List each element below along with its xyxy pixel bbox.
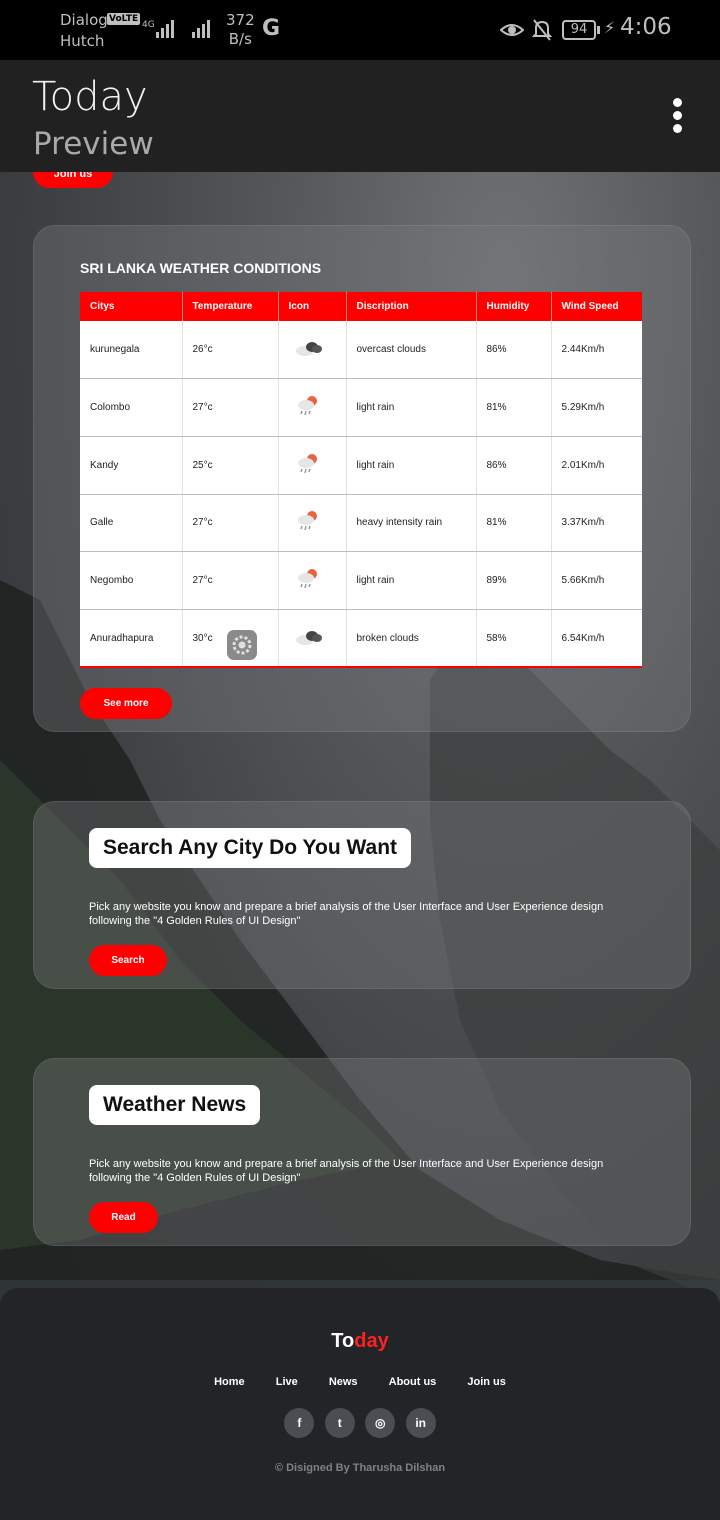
- battery-tip: [597, 26, 600, 34]
- wind-speed-cell: 2.01Km/h: [551, 436, 642, 495]
- facebook-icon[interactable]: f: [284, 1408, 315, 1438]
- g-network-icon: G: [262, 16, 281, 41]
- volte-badge: VoLTE: [107, 13, 141, 25]
- twitter-icon[interactable]: t: [324, 1408, 355, 1438]
- search-description: Pick any website you know and prepare a …: [89, 901, 604, 927]
- social-links: f t ◎ in: [0, 1408, 720, 1438]
- carrier-label: Dialog Hutch: [60, 11, 108, 50]
- instagram-icon[interactable]: ◎: [365, 1408, 396, 1438]
- description-cell: broken clouds: [346, 609, 477, 668]
- city-cell: Kandy: [80, 436, 183, 495]
- footer-link-live[interactable]: Live: [276, 1376, 298, 1388]
- see-more-button[interactable]: See more: [80, 688, 172, 719]
- weather-title: SRI LANKA WEATHER CONDITIONS: [80, 260, 322, 276]
- footer-link-join[interactable]: Join us: [467, 1376, 506, 1388]
- wind-speed-cell: 6.54Km/h: [551, 609, 642, 668]
- news-heading: Weather News: [89, 1085, 261, 1125]
- signal-icon-2: [192, 20, 210, 38]
- column-header: Temperature: [182, 292, 279, 321]
- table-row: Anuradhapura 30°c broken clouds 58% 6.54Km/h: [80, 609, 642, 668]
- description-cell: heavy intensity rain: [346, 494, 477, 553]
- column-header: Discription: [346, 292, 477, 321]
- light-rain-icon: [295, 509, 321, 536]
- app-subtitle: Preview: [33, 126, 154, 162]
- humidity-cell: 86%: [476, 436, 552, 495]
- footer-nav: Home Live News About us Join us: [0, 1376, 720, 1388]
- icon-cell: [278, 551, 347, 610]
- city-cell: Colombo: [80, 378, 183, 437]
- wind-speed-cell: 3.37Km/h: [551, 494, 642, 553]
- table-row: Galle 27°c heavy intensity rain 81% 3.37Km/h: [80, 494, 642, 553]
- icon-cell: [278, 378, 347, 437]
- temperature-cell: 25°c: [182, 436, 279, 495]
- description-cell: light rain: [346, 551, 477, 610]
- app-header: Today Preview: [0, 60, 720, 172]
- temperature-cell: 27°c: [182, 551, 279, 610]
- city-cell: kurunegala: [80, 321, 183, 380]
- battery-icon: 94: [562, 20, 596, 40]
- wind-speed-cell: 2.44Km/h: [551, 321, 642, 380]
- broken-clouds-icon: [295, 339, 323, 360]
- column-header: Citys: [80, 292, 183, 321]
- icon-cell: [278, 321, 347, 380]
- footer-link-home[interactable]: Home: [214, 1376, 245, 1388]
- table-header-row: Citys Temperature Icon Discription Humid…: [80, 292, 642, 321]
- city-cell: Galle: [80, 494, 183, 553]
- footer-link-news[interactable]: News: [329, 1376, 358, 1388]
- light-rain-icon: [295, 452, 321, 479]
- search-button[interactable]: Search: [89, 945, 167, 976]
- humidity-cell: 81%: [476, 378, 552, 437]
- footer-link-about[interactable]: About us: [389, 1376, 437, 1388]
- eye-comfort-icon: [500, 24, 524, 36]
- mute-bell-icon: [532, 19, 552, 41]
- charging-icon: ⚡: [604, 18, 616, 37]
- settings-gear-icon[interactable]: [227, 630, 257, 660]
- temperature-cell: 26°c: [182, 321, 279, 380]
- light-rain-icon: [295, 567, 321, 594]
- wind-speed-cell: 5.66Km/h: [551, 551, 642, 610]
- linkedin-icon[interactable]: in: [405, 1408, 436, 1438]
- humidity-cell: 58%: [476, 609, 552, 668]
- read-button[interactable]: Read: [89, 1202, 158, 1233]
- description-cell: light rain: [346, 378, 477, 437]
- svg-text:4G: 4G: [142, 20, 155, 30]
- city-cell: Anuradhapura: [80, 609, 183, 668]
- broken-clouds-icon: [295, 628, 323, 649]
- humidity-cell: 89%: [476, 551, 552, 610]
- description-cell: overcast clouds: [346, 321, 477, 380]
- footer-brand[interactable]: Today: [0, 1330, 720, 1353]
- network-speed: 372 B/s: [226, 11, 255, 48]
- footer: Today Home Live News About us Join us f …: [0, 1288, 720, 1520]
- light-rain-icon: [295, 394, 321, 421]
- search-heading: Search Any City Do You Want: [89, 828, 412, 868]
- table-row: kurunegala 26°c overcast clouds 86% 2.44Km/h: [80, 321, 642, 380]
- wind-speed-cell: 5.29Km/h: [551, 378, 642, 437]
- column-header: Wind Speed: [551, 292, 642, 321]
- description-cell: light rain: [346, 436, 477, 495]
- status-bar: Dialog Hutch VoLTE 4G 372 B/s G 94 ⚡ 4:0…: [0, 0, 720, 60]
- icon-cell: [278, 436, 347, 495]
- signal-icon: 4G: [142, 20, 174, 38]
- humidity-cell: 86%: [476, 321, 552, 380]
- weather-card: SRI LANKA WEATHER CONDITIONS Citys Tempe…: [33, 225, 691, 732]
- search-city-card: Search Any City Do You Want Pick any web…: [33, 801, 691, 989]
- copyright: © Disigned By Tharusha Dilshan: [274, 1462, 446, 1474]
- humidity-cell: 81%: [476, 494, 552, 553]
- table-row: Negombo 27°c light rain 89% 5.66Km/h: [80, 551, 642, 610]
- table-row: Colombo 27°c light rain 81% 5.29Km/h: [80, 378, 642, 437]
- temperature-cell: 27°c: [182, 494, 279, 553]
- temperature-cell: 27°c: [182, 378, 279, 437]
- app-title: Today: [32, 74, 148, 120]
- weather-news-card: Weather News Pick any website you know a…: [33, 1058, 691, 1246]
- city-cell: Negombo: [80, 551, 183, 610]
- column-header: Icon: [278, 292, 347, 321]
- weather-table: Citys Temperature Icon Discription Humid…: [80, 292, 642, 669]
- icon-cell: [278, 494, 347, 553]
- icon-cell: [278, 609, 347, 668]
- column-header: Humidity: [476, 292, 552, 321]
- clock: 4:06: [620, 14, 672, 40]
- more-vertical-icon[interactable]: [670, 98, 684, 134]
- news-description: Pick any website you know and prepare a …: [89, 1158, 604, 1184]
- table-row: Kandy 25°c light rain 86% 2.01Km/h: [80, 436, 642, 495]
